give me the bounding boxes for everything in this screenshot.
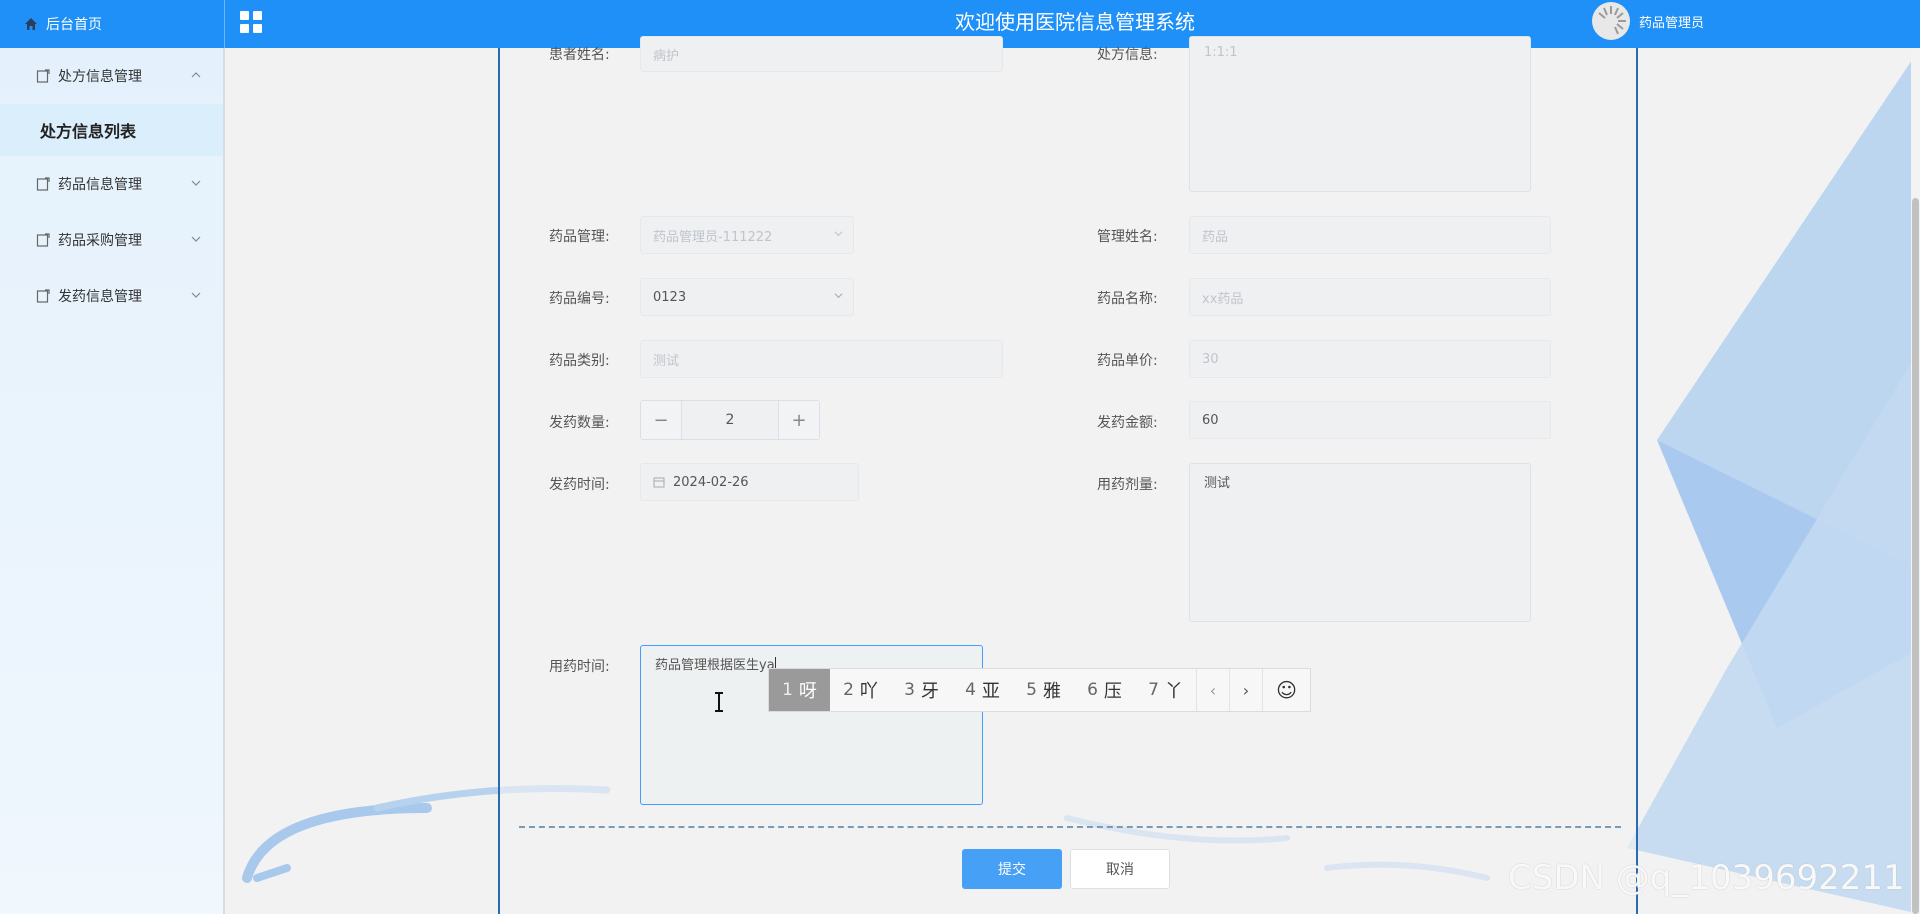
dispense-date-picker[interactable]: 2024-02-26 bbox=[640, 463, 859, 501]
usage-time-label: 用药时间: bbox=[549, 659, 610, 675]
drug-admin-label: 药品管理: bbox=[549, 229, 610, 245]
document-icon bbox=[36, 69, 50, 83]
increase-button[interactable]: + bbox=[779, 401, 819, 439]
ime-next-page-icon[interactable]: › bbox=[1229, 669, 1262, 711]
ime-candidate[interactable]: 5雅 bbox=[1013, 669, 1074, 711]
admin-name-field[interactable]: 药品 bbox=[1189, 216, 1551, 254]
dosage-textarea[interactable]: 测试 bbox=[1189, 463, 1531, 622]
sidebar-item-prescription-management[interactable]: 处方信息管理 bbox=[0, 48, 223, 104]
document-icon bbox=[36, 177, 50, 191]
dispense-time-label: 发药时间: bbox=[549, 477, 610, 493]
quantity-label: 发药数量: bbox=[549, 415, 610, 431]
prescription-textarea[interactable]: 1:1:1 bbox=[1189, 36, 1531, 192]
chevron-down-icon bbox=[191, 180, 201, 186]
sidebar-item-label: 药品信息管理 bbox=[58, 177, 142, 193]
submit-button[interactable]: 提交 bbox=[962, 849, 1062, 889]
drug-category-label: 药品类别: bbox=[549, 353, 610, 369]
drug-name-label: 药品名称: bbox=[1097, 291, 1158, 307]
sidebar-item-label: 发药信息管理 bbox=[58, 289, 142, 305]
avatar bbox=[1592, 2, 1630, 40]
text-cursor-icon bbox=[715, 692, 723, 712]
sidebar: 处方信息管理 处方信息列表 药品信息管理 药品采购管理 发药信息管理 bbox=[0, 48, 225, 914]
ime-candidate[interactable]: 7丫 bbox=[1135, 669, 1196, 711]
patient-name-label: 患者姓名: bbox=[549, 47, 610, 63]
sidebar-item-dispense-management[interactable]: 发药信息管理 bbox=[0, 268, 223, 324]
sidebar-item-label: 处方信息列表 bbox=[40, 122, 137, 141]
ime-prev-page-icon[interactable]: ‹ bbox=[1196, 669, 1229, 711]
usage-time-value: 药品管理根据医生ya bbox=[655, 658, 775, 673]
unit-price-field[interactable]: 30 bbox=[1189, 340, 1551, 378]
prescription-label: 处方信息: bbox=[1097, 47, 1158, 63]
drug-admin-value: 药品管理员-111222 bbox=[653, 229, 773, 245]
user-name: 药品管理员 bbox=[1639, 15, 1705, 31]
ime-candidate[interactable]: 2吖 bbox=[830, 669, 891, 711]
ime-candidate-bar: 1呀 2吖 3牙 4亚 5雅 6压 7丫 ‹ › ☺ bbox=[768, 668, 1311, 712]
drug-code-select[interactable]: 0123 bbox=[640, 278, 854, 316]
watermark: CSDN @q_1039692211 bbox=[1508, 858, 1905, 898]
ime-candidate[interactable]: 4亚 bbox=[952, 669, 1013, 711]
drug-admin-select[interactable]: 药品管理员-111222 bbox=[640, 216, 854, 254]
scrollbar-thumb[interactable] bbox=[1912, 198, 1919, 914]
quantity-stepper[interactable]: − 2 + bbox=[640, 400, 820, 440]
sidebar-item-label: 药品采购管理 bbox=[58, 233, 142, 249]
chevron-down-icon bbox=[834, 231, 843, 237]
sidebar-item-prescription-list[interactable]: 处方信息列表 bbox=[0, 104, 223, 156]
unit-price-label: 药品单价: bbox=[1097, 353, 1158, 369]
quantity-value[interactable]: 2 bbox=[681, 401, 779, 439]
admin-name-label: 管理姓名: bbox=[1097, 229, 1158, 245]
patient-name-field[interactable]: 病护 bbox=[640, 36, 1003, 72]
sidebar-item-drug-purchase[interactable]: 药品采购管理 bbox=[0, 212, 223, 268]
dosage-label: 用药剂量: bbox=[1097, 477, 1158, 493]
cancel-button[interactable]: 取消 bbox=[1070, 849, 1170, 889]
sidebar-item-label: 处方信息管理 bbox=[58, 69, 142, 85]
decrease-button[interactable]: − bbox=[641, 401, 681, 439]
drug-name-field[interactable]: xx药品 bbox=[1189, 278, 1551, 316]
ime-candidate[interactable]: 6压 bbox=[1074, 669, 1135, 711]
divider bbox=[519, 826, 1621, 828]
dispense-date-value: 2024-02-26 bbox=[673, 474, 749, 490]
calendar-icon bbox=[653, 477, 665, 488]
ime-candidate[interactable]: 3牙 bbox=[891, 669, 952, 711]
chevron-up-icon bbox=[191, 72, 201, 78]
user-menu[interactable]: 药品管理员 bbox=[1592, 2, 1704, 40]
chevron-down-icon bbox=[191, 292, 201, 298]
chevron-down-icon bbox=[191, 236, 201, 242]
chevron-down-icon bbox=[834, 293, 843, 299]
drug-category-field[interactable]: 测试 bbox=[640, 340, 1003, 378]
drug-code-value: 0123 bbox=[653, 289, 687, 305]
sidebar-item-drug-management[interactable]: 药品信息管理 bbox=[0, 156, 223, 212]
emoji-icon[interactable]: ☺ bbox=[1262, 669, 1310, 711]
scrollbar[interactable] bbox=[1911, 48, 1920, 914]
amount-label: 发药金额: bbox=[1097, 415, 1158, 431]
document-icon bbox=[36, 233, 50, 247]
ime-candidate[interactable]: 1呀 bbox=[769, 669, 830, 711]
drug-code-label: 药品编号: bbox=[549, 291, 610, 307]
amount-field[interactable]: 60 bbox=[1189, 401, 1551, 439]
document-icon bbox=[36, 289, 50, 303]
